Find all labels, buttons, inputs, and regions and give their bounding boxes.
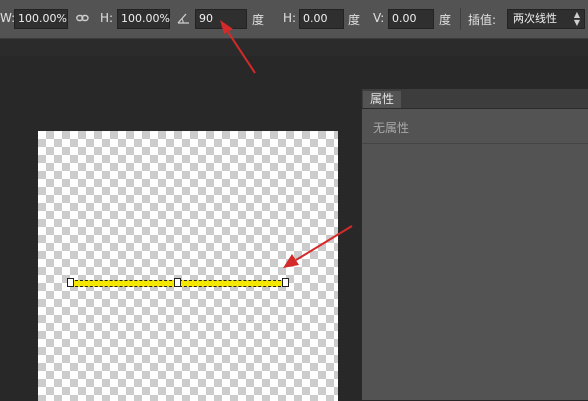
horizontal-skew-input[interactable]: 0.00 (299, 9, 344, 29)
properties-divider (362, 143, 588, 144)
interpolation-value: 两次线性 (513, 12, 557, 25)
properties-panel: 属性 无属性 (361, 89, 588, 400)
vertical-skew-unit: 度 (439, 13, 452, 27)
vertical-skew-input[interactable]: 0.00 (388, 9, 434, 29)
horizontal-skew-label: H: (283, 11, 297, 25)
interpolation-select[interactable]: 两次线性 ▲ ▼ (507, 9, 585, 29)
width-input[interactable]: 100.00% (14, 9, 68, 29)
no-properties-text: 无属性 (373, 121, 410, 135)
angle-input[interactable]: 90 (195, 9, 247, 29)
updown-arrow-icon: ▲ ▼ (573, 10, 580, 27)
angle-icon (177, 12, 190, 27)
angle-unit: 度 (252, 13, 265, 27)
horizontal-skew-unit: 度 (348, 13, 361, 27)
interpolation-label: 插值: (468, 13, 497, 27)
vertical-skew-label: V: (373, 11, 385, 25)
tab-properties[interactable]: 属性 (363, 91, 401, 108)
properties-tabbar: 属性 (362, 89, 588, 109)
transform-handle-left[interactable] (67, 278, 74, 287)
options-divider (460, 8, 461, 30)
options-bar: W: 100.00% H: 100.00% 90 度 H: 0.00 度 V: … (0, 0, 588, 39)
width-label: W: (0, 11, 16, 25)
transform-handle-right[interactable] (282, 278, 289, 287)
link-icon[interactable] (76, 12, 89, 26)
document-canvas[interactable] (38, 131, 338, 401)
height-input[interactable]: 100.00% (117, 9, 170, 29)
height-label: H: (100, 11, 114, 25)
document-tab-strip (0, 39, 588, 56)
transform-handle-center[interactable] (174, 278, 181, 287)
